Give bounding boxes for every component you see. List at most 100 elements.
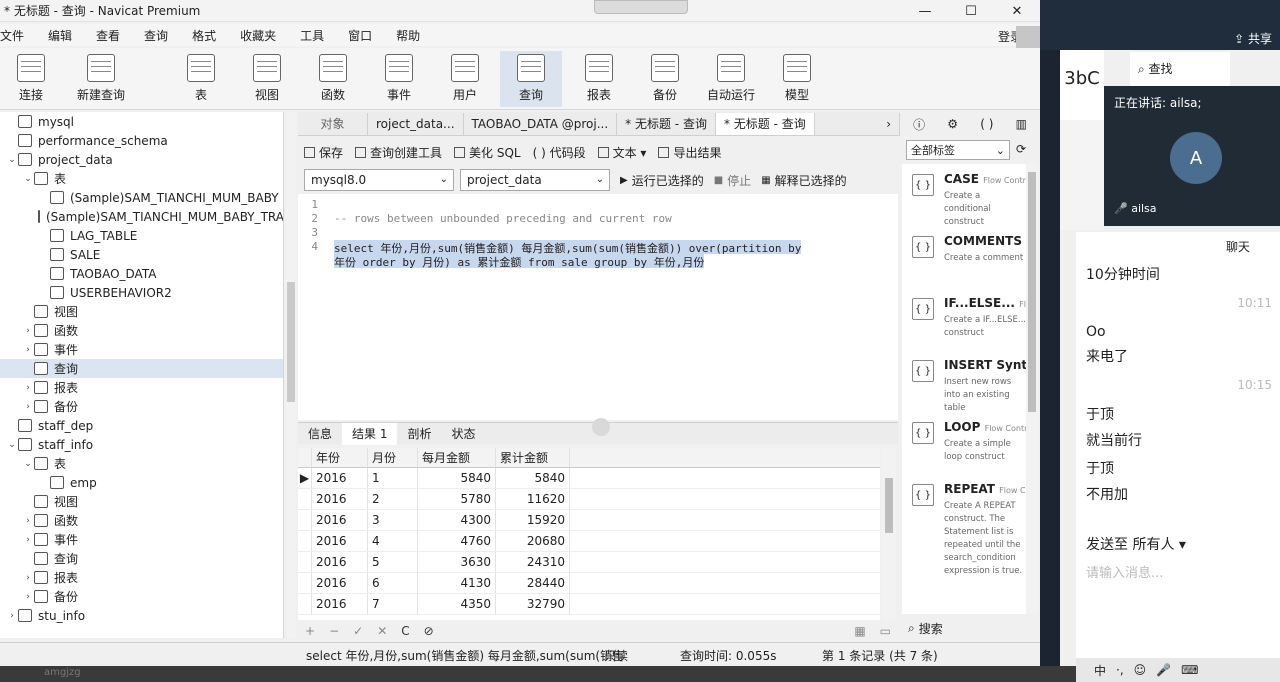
taskbar-item[interactable]: amgjzg bbox=[44, 667, 81, 678]
menu-window[interactable]: 窗口 bbox=[336, 27, 384, 44]
tree-item[interactable]: staff_dep bbox=[0, 416, 283, 435]
toolbar-connection-button[interactable]: 连接 bbox=[0, 54, 62, 103]
table-cell[interactable]: 7 bbox=[368, 594, 418, 614]
query-builder-button[interactable]: 查询创建工具 bbox=[349, 144, 448, 161]
tree-item[interactable]: 查询 bbox=[0, 359, 283, 378]
table-cell[interactable]: 3630 bbox=[418, 552, 496, 572]
explain-selected-button[interactable]: ▦ 解释已选择的 bbox=[761, 172, 846, 189]
tree-item[interactable]: 查询 bbox=[0, 549, 283, 568]
table-row[interactable]: 2016 4 4760 20680 bbox=[298, 531, 880, 552]
table-cell[interactable]: 2016 bbox=[312, 510, 368, 530]
editor-tab[interactable]: roject_data... bbox=[368, 112, 464, 135]
tree-item[interactable]: mysql bbox=[0, 112, 283, 131]
snippet-item[interactable]: { } REPEAT Flow Co Create A REPEAT constru… bbox=[902, 474, 1026, 576]
emoji-icon[interactable]: ☺ bbox=[1134, 663, 1147, 677]
table-cell[interactable]: 2 bbox=[368, 489, 418, 509]
snippet-search[interactable]: ⌕ 搜索 bbox=[902, 618, 1038, 638]
beautify-sql-button[interactable]: 美化 SQL bbox=[448, 144, 527, 161]
expand-toggle-icon[interactable]: › bbox=[22, 573, 34, 583]
microphone-icon[interactable]: 🎤 bbox=[1156, 663, 1171, 677]
ime-indicator[interactable]: 中 bbox=[1094, 662, 1106, 679]
apply-button[interactable]: ✓ bbox=[346, 624, 370, 638]
tab-info[interactable]: 信息 bbox=[298, 423, 342, 445]
tree-item[interactable]: ⌄ staff_info bbox=[0, 435, 283, 454]
toolbar-model-button[interactable]: 模型 bbox=[766, 54, 828, 103]
snippet-item[interactable]: { } CASE Flow Contr Create a conditional c… bbox=[902, 164, 1026, 227]
tree-item[interactable]: TAOBAO_DATA bbox=[0, 264, 283, 283]
keyboard-icon[interactable]: ⌨ bbox=[1181, 663, 1198, 677]
expand-toggle-icon[interactable]: › bbox=[22, 535, 34, 545]
connection-select[interactable]: mysql8.0 ⌄ bbox=[304, 169, 454, 191]
tab-scroll-right-icon[interactable]: › bbox=[878, 112, 900, 135]
toolbar-new-query-button[interactable]: 新建查询 bbox=[70, 54, 132, 103]
discard-button[interactable]: ✕ bbox=[370, 624, 394, 638]
tab-profile[interactable]: 剖析 bbox=[397, 423, 441, 445]
menu-favorites[interactable]: 收藏夹 bbox=[228, 27, 288, 44]
table-cell[interactable]: 20680 bbox=[496, 531, 570, 551]
table-cell[interactable]: 5840 bbox=[418, 468, 496, 488]
toolbar-automation-button[interactable]: 自动运行 bbox=[700, 54, 762, 103]
tab-result-1[interactable]: 结果 1 bbox=[342, 422, 398, 445]
table-cell[interactable]: 32790 bbox=[496, 594, 570, 614]
table-cell[interactable]: 2016 bbox=[312, 531, 368, 551]
editor-tab[interactable]: * 无标题 - 查询 bbox=[617, 112, 716, 135]
tree-item[interactable]: › stu_info bbox=[0, 606, 283, 625]
refresh-button[interactable]: C bbox=[394, 624, 416, 638]
refresh-snippets-icon[interactable]: ⟳ bbox=[1016, 142, 1026, 156]
expand-toggle-icon[interactable]: › bbox=[22, 402, 34, 412]
column-header[interactable]: 年份 bbox=[312, 448, 368, 467]
expand-toggle-icon[interactable]: ⌄ bbox=[6, 155, 18, 165]
toolbar-event-button[interactable]: 事件 bbox=[368, 54, 430, 103]
tree-item[interactable]: ⌄ project_data bbox=[0, 150, 283, 169]
menu-file[interactable]: 文件 bbox=[0, 27, 36, 44]
tree-item[interactable]: 视图 bbox=[0, 492, 283, 511]
form-view-icon[interactable]: ▭ bbox=[873, 624, 898, 638]
menu-tools[interactable]: 工具 bbox=[288, 27, 336, 44]
column-header[interactable]: 月份 bbox=[368, 448, 418, 467]
table-cell[interactable]: 3 bbox=[368, 510, 418, 530]
table-row[interactable]: 2016 2 5780 11620 bbox=[298, 489, 880, 510]
sql-editor[interactable]: 1 2 -- rows between unbounded preceding an… bbox=[298, 194, 898, 420]
expand-toggle-icon[interactable]: › bbox=[22, 592, 34, 602]
send-to-select[interactable]: 发送至 所有人 ▾ bbox=[1086, 534, 1186, 554]
toolbar-backup-button[interactable]: 备份 bbox=[634, 54, 696, 103]
text-button[interactable]: 文本 ▾ bbox=[592, 144, 653, 161]
table-cell[interactable]: 5780 bbox=[418, 489, 496, 509]
snippet-item[interactable]: { } LOOP Flow Contr Create a simple loop c… bbox=[902, 412, 1026, 474]
info-icon[interactable]: ⓘ bbox=[913, 116, 925, 133]
expand-toggle-icon[interactable]: › bbox=[6, 611, 18, 621]
tree-item[interactable]: › 函数 bbox=[0, 511, 283, 530]
expand-toggle-icon[interactable]: ⌄ bbox=[6, 440, 18, 450]
toolbar-view-button[interactable]: 视图 bbox=[236, 54, 298, 103]
tree-item[interactable]: emp bbox=[0, 473, 283, 492]
column-header[interactable]: 累计金额 bbox=[496, 448, 570, 467]
maximize-button[interactable]: ☐ bbox=[948, 0, 994, 22]
table-cell[interactable]: 2016 bbox=[312, 489, 368, 509]
editor-tab[interactable]: * 无标题 - 查询 bbox=[715, 112, 815, 135]
menu-edit[interactable]: 编辑 bbox=[36, 27, 84, 44]
object-icon[interactable]: ⚙ bbox=[947, 117, 958, 131]
table-cell[interactable]: 28440 bbox=[496, 573, 570, 593]
snippet-scrollbar[interactable] bbox=[1026, 164, 1038, 614]
tree-item[interactable]: (Sample)SAM_TIANCHI_MUM_BABY_TRADE_ bbox=[0, 207, 283, 226]
drag-handle[interactable] bbox=[594, 0, 688, 14]
tree-item[interactable]: › 报表 bbox=[0, 378, 283, 397]
table-cell[interactable]: 2016 bbox=[312, 594, 368, 614]
tree-item[interactable]: ⌄ 表 bbox=[0, 454, 283, 473]
table-row[interactable]: 2016 5 3630 24310 bbox=[298, 552, 880, 573]
tab-objects[interactable]: 对象 bbox=[298, 112, 368, 135]
table-row[interactable]: 2016 7 4350 32790 bbox=[298, 594, 880, 615]
expand-toggle-icon[interactable]: › bbox=[22, 383, 34, 393]
code-snippet-button[interactable]: ( ) 代码段 bbox=[527, 144, 592, 161]
expand-toggle-icon[interactable]: › bbox=[22, 326, 34, 336]
add-record-button[interactable]: + bbox=[298, 624, 322, 638]
stop-button[interactable]: ■ 停止 bbox=[714, 172, 751, 189]
expand-toggle-icon[interactable]: ⌄ bbox=[22, 174, 34, 184]
navigator-scrollbar[interactable] bbox=[286, 112, 296, 638]
expand-toggle-icon[interactable]: › bbox=[22, 345, 34, 355]
stop-fetch-button[interactable]: ⊘ bbox=[417, 624, 441, 638]
column-header[interactable]: 每月金额 bbox=[418, 448, 496, 467]
grid-scrollbar[interactable] bbox=[882, 448, 896, 620]
tree-item[interactable]: › 备份 bbox=[0, 397, 283, 416]
tree-item[interactable]: 视图 bbox=[0, 302, 283, 321]
